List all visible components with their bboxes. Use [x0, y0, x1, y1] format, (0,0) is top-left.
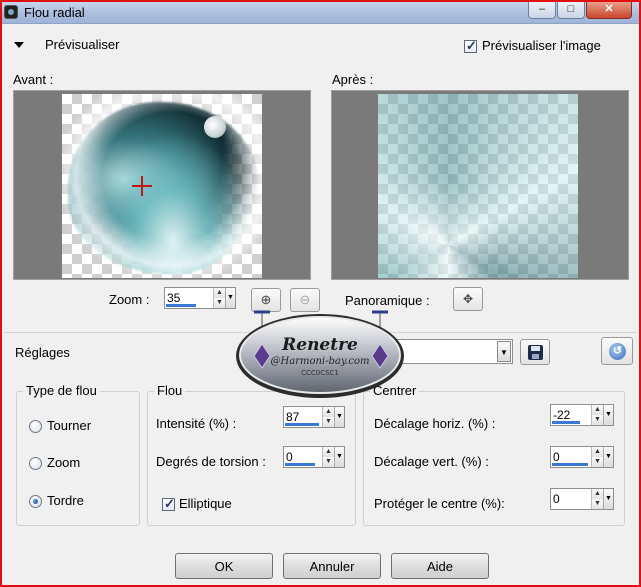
v-offset-label: Décalage vert. (%) :: [374, 454, 489, 469]
center-crosshair-icon[interactable]: [132, 176, 152, 196]
radio-zoom[interactable]: [29, 457, 42, 470]
intensity-input[interactable]: [286, 409, 320, 424]
twist-slider-fill[interactable]: [285, 463, 315, 466]
watermark-site: @Harmoni-bay.com: [271, 356, 370, 367]
zoom-stepper[interactable]: ▲ ▼: [213, 288, 225, 308]
protect-center-dropdown-icon[interactable]: ▼: [603, 489, 613, 509]
chevron-down-icon[interactable]: ▼: [497, 341, 511, 362]
center-group: Centrer Décalage horiz. (%) : ▲▼ ▼ Décal…: [363, 383, 625, 526]
watermark-name: Renetre: [281, 335, 358, 355]
maximize-button[interactable]: □: [557, 2, 585, 19]
presets-dropdown[interactable]: ▼: [397, 339, 513, 364]
radio-rotate-label[interactable]: Tourner: [47, 418, 91, 433]
h-offset-dropdown-icon[interactable]: ▼: [603, 405, 613, 425]
close-button[interactable]: ✕: [586, 2, 632, 19]
reset-arrow-icon: ↺: [609, 343, 626, 360]
spin-up-icon[interactable]: ▲: [323, 407, 334, 417]
watermark-code: CCC0CSC1: [301, 369, 339, 377]
radio-zoom-label[interactable]: Zoom: [47, 455, 80, 470]
twist-degrees-label: Degrés de torsion :: [156, 454, 266, 469]
title-bar[interactable]: Flou radial – □ ✕: [2, 2, 639, 24]
v-offset-stepper[interactable]: ▲ ▼: [591, 447, 603, 467]
zoom-spinner[interactable]: ▲▼ ▼: [164, 287, 236, 309]
spin-up-icon[interactable]: ▲: [592, 489, 603, 499]
after-preview-image: [378, 94, 578, 278]
pan-button[interactable]: ✥: [453, 287, 483, 311]
spin-up-icon[interactable]: ▲: [214, 288, 225, 298]
preview-image-checkbox[interactable]: [464, 38, 477, 54]
window-title: Flou radial: [24, 5, 85, 20]
minimize-button[interactable]: –: [528, 2, 556, 19]
after-label: Après :: [332, 72, 374, 87]
presets-label: Réglages: [15, 345, 70, 360]
spin-down-icon[interactable]: ▼: [214, 298, 225, 308]
radio-twist-label[interactable]: Tordre: [47, 493, 84, 508]
elliptical-checkbox[interactable]: [162, 496, 175, 512]
after-preview-pane: [331, 90, 629, 280]
twist-stepper[interactable]: ▲ ▼: [322, 447, 334, 467]
spin-up-icon[interactable]: ▲: [592, 405, 603, 415]
blur-type-group: Type de flou Tourner Zoom Tordre: [16, 383, 140, 526]
reset-button[interactable]: ↺: [601, 337, 633, 365]
h-offset-label: Décalage horiz. (%) :: [374, 416, 496, 431]
h-offset-stepper[interactable]: ▲ ▼: [591, 405, 603, 425]
protect-center-input[interactable]: [553, 491, 589, 506]
preview-section-label[interactable]: Prévisualiser: [45, 37, 119, 52]
v-offset-dropdown-icon[interactable]: ▼: [603, 447, 613, 467]
spin-down-icon[interactable]: ▼: [592, 415, 603, 425]
before-preview-pane[interactable]: [13, 90, 311, 280]
help-button[interactable]: Aide: [391, 553, 489, 579]
before-label: Avant :: [13, 72, 54, 87]
zoom-label: Zoom :: [109, 292, 150, 307]
h-offset-slider-fill[interactable]: [552, 421, 580, 424]
ok-button[interactable]: OK: [175, 553, 273, 579]
floppy-disk-icon: [528, 345, 543, 360]
v-offset-spinner[interactable]: ▲▼ ▼: [550, 446, 614, 468]
blur-group-title: Flou: [154, 383, 186, 398]
elliptical-label[interactable]: Elliptique: [179, 496, 232, 511]
h-offset-spinner[interactable]: ▲▼ ▼: [550, 404, 614, 426]
twist-degrees-input[interactable]: [286, 449, 320, 464]
spin-down-icon[interactable]: ▼: [323, 457, 334, 467]
spin-down-icon[interactable]: ▼: [323, 417, 334, 427]
collapse-preview-icon[interactable]: [14, 40, 24, 50]
watermark-logo: Renetre @Harmoni-bay.com CCC0CSC1: [236, 310, 404, 398]
spin-up-icon[interactable]: ▲: [592, 447, 603, 457]
twist-dropdown-icon[interactable]: ▼: [334, 447, 344, 467]
protect-center-label: Protéger le centre (%):: [374, 496, 505, 511]
h-offset-input[interactable]: [553, 407, 589, 422]
move-icon: ✥: [462, 292, 474, 306]
cancel-button[interactable]: Annuler: [283, 553, 381, 579]
intensity-slider-fill[interactable]: [285, 423, 319, 426]
blur-group: Flou Intensité (%) : ▲▼ ▼ Degrés de tors…: [147, 383, 356, 526]
v-offset-input[interactable]: [553, 449, 589, 464]
zoom-slider-fill[interactable]: [166, 304, 196, 307]
save-preset-button[interactable]: [520, 339, 550, 365]
twist-degrees-spinner[interactable]: ▲▼ ▼: [283, 446, 345, 468]
radio-twist[interactable]: [29, 495, 42, 508]
protect-center-spinner[interactable]: ▲▼ ▼: [550, 488, 614, 510]
intensity-stepper[interactable]: ▲ ▼: [322, 407, 334, 427]
before-preview-image: [62, 94, 262, 278]
intensity-label: Intensité (%) :: [156, 416, 237, 431]
protect-center-stepper[interactable]: ▲ ▼: [591, 489, 603, 509]
spin-down-icon[interactable]: ▼: [592, 499, 603, 509]
dialog-window: Flou radial – □ ✕ Prévisualiser Prévisua…: [0, 0, 641, 587]
zoom-input[interactable]: [167, 290, 211, 305]
radial-blur-result: [378, 94, 578, 278]
radio-rotate[interactable]: [29, 420, 42, 433]
v-offset-slider-fill[interactable]: [552, 463, 588, 466]
moon-image: [204, 116, 226, 138]
app-icon[interactable]: [4, 5, 18, 19]
preview-image-label[interactable]: Prévisualiser l'image: [482, 38, 601, 53]
spin-up-icon[interactable]: ▲: [323, 447, 334, 457]
blur-type-title: Type de flou: [23, 383, 100, 398]
spin-down-icon[interactable]: ▼: [592, 457, 603, 467]
image-vignette: [62, 94, 262, 278]
intensity-dropdown-icon[interactable]: ▼: [334, 407, 344, 427]
intensity-spinner[interactable]: ▲▼ ▼: [283, 406, 345, 428]
